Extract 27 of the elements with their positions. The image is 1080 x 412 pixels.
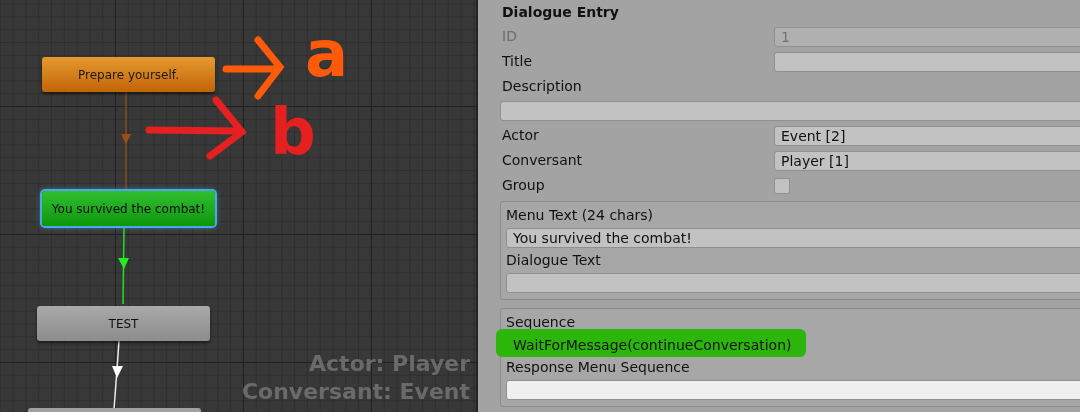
field-label: Response Menu Sequence — [506, 358, 691, 377]
field-label: Description — [501, 77, 583, 96]
text-field[interactable] — [506, 380, 1080, 400]
dialogue-node[interactable]: TEST — [37, 306, 210, 341]
text-field[interactable] — [500, 101, 1080, 121]
field-label: Group — [501, 176, 546, 195]
text-field[interactable]: WaitForMessage(continueConversation) — [506, 335, 1080, 355]
text-field[interactable]: You survived the combat! — [506, 228, 1080, 248]
handwritten-letter: a — [305, 22, 349, 86]
text-field[interactable] — [774, 51, 1080, 72]
dialogue-node[interactable]: Prepare yourself. — [42, 57, 215, 92]
dialogue-node[interactable]: You survived the combat! — [42, 191, 215, 226]
checkbox[interactable] — [774, 177, 790, 194]
section-title: Dialogue Entry — [501, 3, 620, 22]
field-label: Sequence — [506, 313, 577, 332]
connector-arrow — [112, 340, 123, 411]
field-label: Conversant — [501, 151, 584, 170]
text-field[interactable] — [506, 273, 1080, 293]
overlay-text: Conversant: Event — [241, 378, 470, 406]
field-label: Title — [501, 52, 533, 71]
field-label: Dialogue Text — [506, 251, 602, 270]
overlay-text: Actor: Player — [309, 350, 470, 378]
dropdown[interactable]: Event [2] — [774, 125, 1080, 146]
field-label: Actor — [501, 126, 540, 145]
dropdown[interactable]: Player [1] — [774, 150, 1080, 171]
field-label: Menu Text (24 chars) — [506, 206, 655, 225]
handwritten-letter: b — [270, 100, 316, 164]
